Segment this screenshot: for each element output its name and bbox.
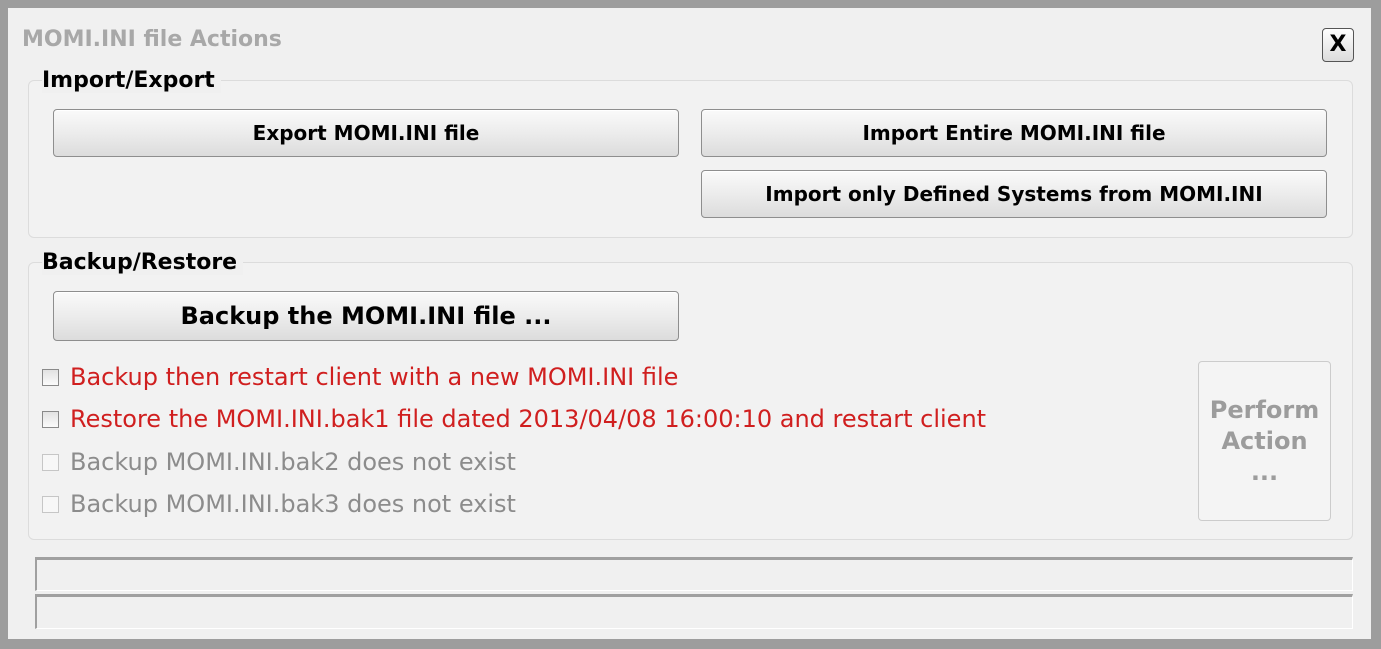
perform-label-line2: Action — [1221, 426, 1308, 455]
option-bak2-missing: Backup MOMI.INI.bak2 does not exist — [42, 448, 516, 476]
checkbox[interactable] — [42, 410, 59, 428]
status-line-1 — [35, 557, 1353, 591]
backup-restore-title: Backup/Restore — [42, 250, 244, 275]
import-defined-systems-button[interactable]: Import only Defined Systems from MOMI.IN… — [701, 170, 1327, 218]
perform-action-button: Perform Action ... — [1198, 361, 1331, 521]
close-button[interactable]: X — [1322, 28, 1354, 62]
option-restore-bak1[interactable]: Restore the MOMI.INI.bak1 file dated 201… — [42, 405, 986, 433]
option-backup-restart-new[interactable]: Backup then restart client with a new MO… — [42, 363, 678, 391]
import-entire-button[interactable]: Import Entire MOMI.INI file — [701, 109, 1327, 157]
checkbox — [42, 453, 59, 471]
perform-label-line1: Perform — [1209, 395, 1320, 424]
option-label: Backup MOMI.INI.bak3 does not exist — [70, 490, 516, 518]
option-label: Backup MOMI.INI.bak2 does not exist — [70, 448, 516, 476]
momi-ini-actions-dialog: MOMI.INI file Actions X Import/Export Ex… — [0, 0, 1381, 649]
option-label: Restore the MOMI.INI.bak1 file dated 201… — [70, 405, 987, 433]
dialog-body: MOMI.INI file Actions X Import/Export Ex… — [8, 8, 1371, 639]
status-line-2 — [35, 594, 1353, 629]
option-bak3-missing: Backup MOMI.INI.bak3 does not exist — [42, 490, 516, 518]
checkbox[interactable] — [42, 368, 59, 386]
import-export-title: Import/Export — [42, 68, 221, 93]
dialog-title: MOMI.INI file Actions — [22, 27, 282, 52]
option-label: Backup then restart client with a new MO… — [70, 363, 679, 391]
checkbox — [42, 495, 59, 513]
backup-button[interactable]: Backup the MOMI.INI file ... — [53, 291, 679, 341]
perform-label-line3: ... — [1250, 457, 1279, 486]
export-button[interactable]: Export MOMI.INI file — [53, 109, 679, 157]
